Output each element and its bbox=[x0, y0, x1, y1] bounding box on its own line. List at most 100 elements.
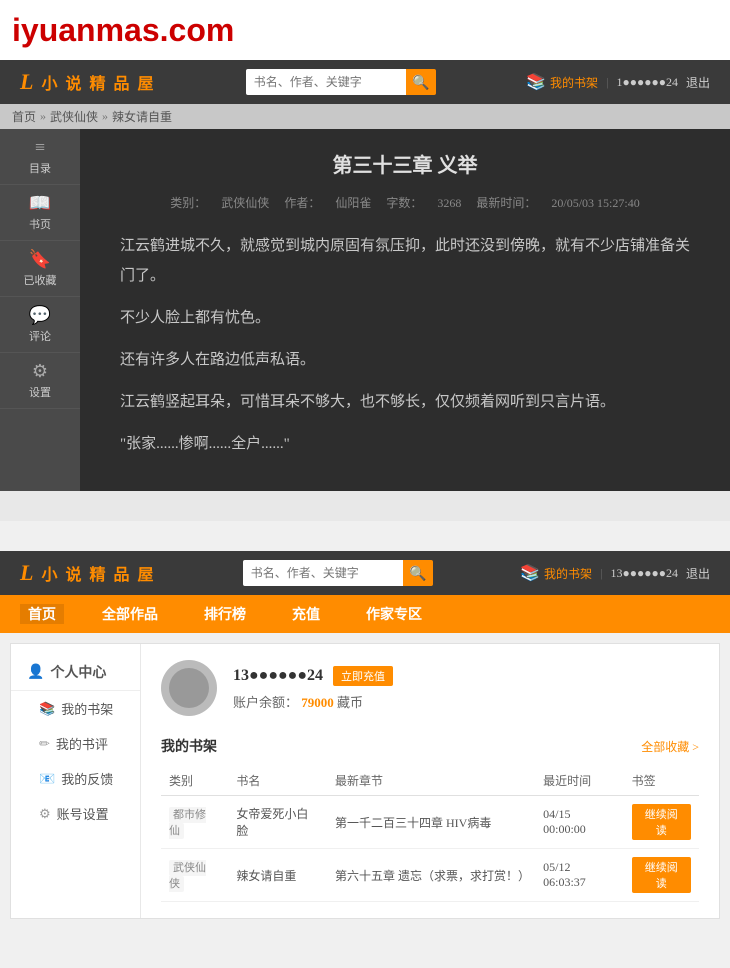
bookshelf-label: 我的书架 bbox=[550, 74, 598, 91]
divider: | bbox=[606, 75, 608, 90]
logo-text: 小 说 精 品 屋 bbox=[41, 70, 155, 94]
avatar-image bbox=[169, 668, 209, 708]
bookshelf-icon: 📚 bbox=[526, 72, 546, 92]
toolbar-toc[interactable]: ≡ 目录 bbox=[0, 129, 80, 185]
col-updated: 最近时间 bbox=[535, 766, 623, 796]
para-2: 不少人脸上都有忧色。 bbox=[120, 303, 690, 333]
meta-updated: 20/05/03 15:27:40 bbox=[551, 196, 639, 210]
nav-author-zone[interactable]: 作家专区 bbox=[358, 604, 430, 624]
nav-all-works[interactable]: 全部作品 bbox=[94, 604, 166, 624]
book-name-2: 辣女请自重 bbox=[228, 849, 327, 902]
breadcrumb-sep2: » bbox=[102, 109, 108, 124]
nav-ranking[interactable]: 排行榜 bbox=[196, 604, 254, 624]
col-latest: 最新章节 bbox=[327, 766, 535, 796]
book-updated-2: 05/12 06:03:37 bbox=[535, 849, 623, 902]
book-type-1: 都市修仙 bbox=[161, 796, 228, 849]
breadcrumb-category[interactable]: 武侠仙侠 bbox=[50, 108, 98, 125]
home-logo-text: 小 说 精 品 屋 bbox=[41, 561, 155, 585]
home-logo-icon: L bbox=[20, 560, 35, 586]
col-name: 书名 bbox=[228, 766, 327, 796]
home-logout-button[interactable]: 退出 bbox=[686, 565, 710, 582]
bookshelf-section-title: 我的书架 bbox=[161, 736, 217, 756]
search-bar: 🔍 bbox=[246, 69, 436, 95]
avatar bbox=[161, 660, 217, 716]
book-type-badge-1: 都市修仙 bbox=[169, 807, 206, 839]
meta-words: 3268 bbox=[437, 196, 461, 210]
para-4: 江云鹤竖起耳朵，可惜耳朵不够大，也不够长，仅仅频着网听到只言片语。 bbox=[120, 387, 690, 417]
user-info: 1●●●●●●24 bbox=[616, 75, 678, 90]
bookshelf-section: 我的书架 全部收藏 > 类别 书名 最新章节 最近时间 书签 bbox=[161, 736, 699, 902]
toolbar-settings[interactable]: ⚙ 设置 bbox=[0, 353, 80, 409]
balance-unit: 藏币 bbox=[337, 695, 363, 710]
para-1: 江云鹤进城不久，就感觉到城内原固有氛压抑，此时还没到傍晚，就有不少店铺准备关门了… bbox=[120, 231, 690, 291]
uc-sidebar: 👤 个人中心 📚 我的书架 ✏ 我的书评 📧 我的反馈 ⚙ 账号设置 bbox=[11, 644, 141, 918]
nav-recharge[interactable]: 充值 bbox=[284, 604, 328, 624]
book-link-2[interactable]: 辣女请自重 bbox=[236, 869, 296, 883]
chapter-title: 第三十三章 义举 bbox=[120, 149, 690, 178]
uc-menu-bookshelf[interactable]: 📚 我的书架 bbox=[11, 691, 140, 726]
user-center-icon: 👤 bbox=[27, 664, 44, 681]
toolbar-toc-label: 目录 bbox=[29, 160, 51, 176]
username-display: 13●●●●●●24 bbox=[233, 667, 323, 685]
nav-home[interactable]: 首页 bbox=[20, 604, 64, 624]
meta-author-label: 作者： bbox=[284, 196, 320, 210]
read-button-1[interactable]: 继续阅读 bbox=[632, 804, 691, 840]
settings-icon: ⚙ bbox=[32, 361, 48, 382]
breadcrumb-home[interactable]: 首页 bbox=[12, 108, 36, 125]
toolbar-bookmark[interactable]: 🔖 已收藏 bbox=[0, 241, 80, 297]
recharge-button[interactable]: 立即充值 bbox=[333, 666, 393, 686]
breadcrumb-sep1: » bbox=[40, 109, 46, 124]
home-search-input[interactable] bbox=[243, 560, 403, 586]
uc-menu-account[interactable]: ⚙ 账号设置 bbox=[11, 796, 140, 831]
side-toolbar: ≡ 目录 📖 书页 🔖 已收藏 💬 评论 ⚙ 设置 bbox=[0, 129, 80, 491]
watermark-text: iyuanmas.com bbox=[12, 12, 234, 49]
home-bookshelf-icon: 📚 bbox=[520, 563, 540, 583]
meta-updated-label: 最新时间： bbox=[476, 196, 536, 210]
bookshelf-header: 我的书架 全部收藏 > bbox=[161, 736, 699, 756]
search-button[interactable]: 🔍 bbox=[406, 69, 436, 95]
home-bookshelf-button[interactable]: 📚 我的书架 bbox=[520, 563, 592, 583]
bookshelf-button[interactable]: 📚 我的书架 bbox=[526, 72, 598, 92]
home-header-right: 📚 我的书架 | 13●●●●●●24 退出 bbox=[520, 563, 710, 583]
home-section: L 小 说 精 品 屋 🔍 📚 我的书架 | 13●●●●●●24 退出 首页 … bbox=[0, 551, 730, 919]
home-header: L 小 说 精 品 屋 🔍 📚 我的书架 | 13●●●●●●24 退出 bbox=[0, 551, 730, 595]
uc-menu-reviews[interactable]: ✏ 我的书评 bbox=[11, 726, 140, 761]
chapter-meta: 类别： 武侠仙侠 作者： 仙阳雀 字数： 3268 最新时间： 20/05/03… bbox=[120, 194, 690, 211]
uc-sidebar-header: 👤 个人中心 bbox=[11, 654, 140, 691]
page-icon: 📖 bbox=[29, 193, 51, 214]
book-latest-1: 第一千二百三十四章 HIV病毒 bbox=[327, 796, 535, 849]
chapter-text: 江云鹤进城不久，就感觉到城内原固有氛压抑，此时还没到傍晚，就有不少店铺准备关门了… bbox=[120, 231, 690, 459]
logout-button[interactable]: 退出 bbox=[686, 74, 710, 91]
uc-menu-feedback[interactable]: 📧 我的反馈 bbox=[11, 761, 140, 796]
user-center: 👤 个人中心 📚 我的书架 ✏ 我的书评 📧 我的反馈 ⚙ 账号设置 bbox=[10, 643, 720, 919]
uc-feedback-icon: 📧 bbox=[39, 771, 55, 787]
toolbar-page[interactable]: 📖 书页 bbox=[0, 185, 80, 241]
bookmark-icon: 🔖 bbox=[29, 249, 51, 270]
read-button-2[interactable]: 继续阅读 bbox=[632, 857, 691, 893]
reader-header: L 小 说 精 品 屋 🔍 📚 我的书架 | 1●●●●●●24 退出 bbox=[0, 60, 730, 104]
section-gap bbox=[0, 491, 730, 521]
toolbar-comment[interactable]: 💬 评论 bbox=[0, 297, 80, 353]
user-profile: 13●●●●●●24 立即充值 账户余额： 79000 藏币 bbox=[161, 660, 699, 716]
uc-menu-account-label: 账号设置 bbox=[57, 804, 109, 823]
para-3: 还有许多人在路边低声私语。 bbox=[120, 345, 690, 375]
table-row: 都市修仙 女帝爱死小白脸 第一千二百三十四章 HIV病毒 04/15 00:00… bbox=[161, 796, 699, 849]
balance-label: 账户余额： bbox=[233, 695, 298, 710]
toolbar-settings-label: 设置 bbox=[29, 384, 51, 400]
uc-account-icon: ⚙ bbox=[39, 806, 51, 822]
comment-icon: 💬 bbox=[29, 305, 51, 326]
book-action-2: 继续阅读 bbox=[624, 849, 699, 902]
book-type-2: 武侠仙侠 bbox=[161, 849, 228, 902]
uc-menu-bookshelf-label: 我的书架 bbox=[61, 699, 113, 718]
toolbar-comment-label: 评论 bbox=[29, 328, 51, 344]
meta-type-label: 类别： bbox=[170, 196, 206, 210]
home-search-button[interactable]: 🔍 bbox=[403, 560, 433, 586]
book-link-1[interactable]: 女帝爱死小白脸 bbox=[236, 807, 308, 838]
search-input[interactable] bbox=[246, 69, 406, 95]
reader-content: 第三十三章 义举 类别： 武侠仙侠 作者： 仙阳雀 字数： 3268 最新时间：… bbox=[80, 129, 730, 491]
book-table: 类别 书名 最新章节 最近时间 书签 都市修仙 bbox=[161, 766, 699, 902]
table-row: 武侠仙侠 辣女请自重 第六十五章 遗忘（求票，求打赏！） 05/12 06:03… bbox=[161, 849, 699, 902]
view-all-button[interactable]: 全部收藏 > bbox=[641, 738, 699, 755]
para-5: "张家......惨啊......全户......" bbox=[120, 429, 690, 459]
home-search-bar: 🔍 bbox=[243, 560, 433, 586]
